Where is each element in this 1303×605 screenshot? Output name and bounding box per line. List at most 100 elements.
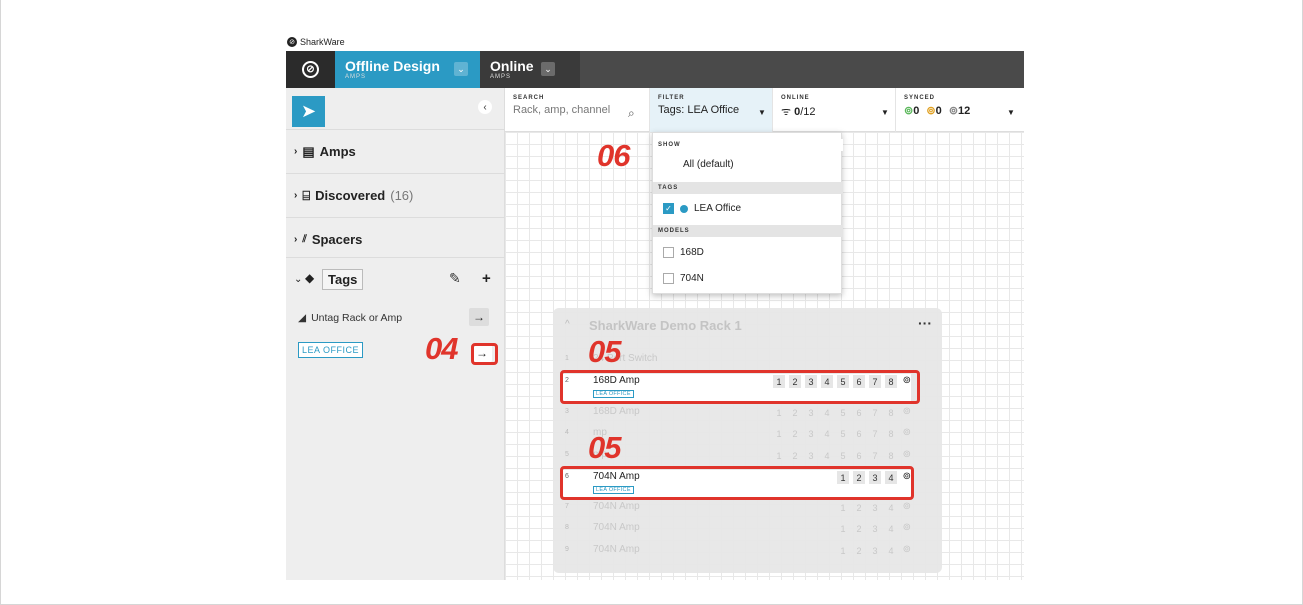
untag-apply-button[interactable]: → [469, 308, 489, 326]
brand: ⊘ SharkWare [287, 37, 345, 47]
channel-cell[interactable]: 2 [789, 427, 801, 440]
untag-row: ◢ Untag Rack or Amp [298, 312, 402, 324]
chevron-down-icon[interactable]: ⌄ [454, 62, 468, 76]
channel-cell[interactable]: 2 [853, 501, 865, 514]
channel-cell[interactable]: 6 [853, 427, 865, 440]
chevron-right-icon: › [294, 234, 298, 245]
sync-status-icon: ⊚ [902, 406, 911, 417]
rack-row[interactable]: 9 704N Amp 1 2 3 4 ⊚ [563, 543, 911, 561]
logo-icon: ⊘ [302, 61, 319, 78]
rack-title: SharkWare Demo Rack 1 [589, 318, 742, 333]
row-index: 3 [565, 408, 569, 415]
sidebar-item-label: Amps [319, 144, 356, 159]
channel-cell[interactable]: 3 [869, 522, 881, 535]
channel-cell[interactable]: 3 [805, 427, 817, 440]
discovered-icon: ⌸ [302, 187, 311, 203]
channel-cell[interactable]: 2 [789, 406, 801, 419]
channel-cell[interactable]: 4 [885, 544, 897, 557]
channel-cell[interactable]: 3 [805, 449, 817, 462]
option-label: 168D [680, 247, 704, 258]
chevron-down-icon[interactable]: ⌄ [541, 62, 555, 76]
channel-cell[interactable]: 8 [885, 406, 897, 419]
collapse-sidebar-button[interactable]: ‹ [478, 100, 492, 114]
row-name: 704N Amp [593, 501, 640, 512]
rack-row[interactable]: 7 704N Amp 1 2 3 4 ⊚ [563, 500, 911, 518]
channel-cell[interactable]: 1 [837, 501, 849, 514]
tab-offline-design[interactable]: Offline Design AMPS ⌄ [335, 51, 480, 88]
channel-cell[interactable]: 7 [869, 449, 881, 462]
channel-list: 1234 [837, 522, 897, 535]
checkbox-icon[interactable] [663, 247, 674, 258]
search-input[interactable]: Rack, amp, channel [513, 104, 641, 116]
callout-06: 06 [597, 138, 630, 173]
filter-label: FILTER [658, 95, 685, 101]
channel-cell[interactable]: 4 [821, 427, 833, 440]
channel-cell[interactable]: 1 [773, 427, 785, 440]
channel-cell[interactable]: 3 [869, 544, 881, 557]
callout-04: 04 [425, 331, 458, 366]
tab-subtitle: AMPS [345, 74, 367, 80]
channel-cell[interactable]: 1 [773, 406, 785, 419]
channel-cell[interactable]: 4 [885, 522, 897, 535]
filter-dropdown: SHOW All (default) TAGS ✓ LEA Office MOD… [652, 132, 843, 294]
tab-online[interactable]: Online AMPS ⌄ [480, 51, 580, 88]
cursor-icon: ➤ [300, 101, 317, 121]
synced-select[interactable]: SYNCED ⊚0 ⊚0 ⊚12 ▼ [896, 88, 1024, 132]
channel-cell[interactable]: 8 [885, 449, 897, 462]
online-label: ONLINE [781, 95, 810, 101]
channel-cell[interactable]: 4 [821, 406, 833, 419]
channel-cell[interactable]: 4 [885, 501, 897, 514]
channel-cell[interactable]: 4 [821, 449, 833, 462]
channel-cell[interactable]: 2 [853, 522, 865, 535]
filter-option-168d[interactable]: 168D [663, 247, 704, 258]
sidebar-item-amps[interactable]: › ▤ Amps [286, 129, 505, 173]
search-field[interactable]: SEARCH Rack, amp, channel ⌕ [505, 88, 650, 132]
row-index: 1 [565, 355, 569, 362]
channel-cell[interactable]: 7 [869, 427, 881, 440]
filter-select[interactable]: FILTER Tags: LEA Office ▼ [650, 88, 773, 132]
models-heading: MODELS [653, 225, 843, 237]
channel-cell[interactable]: 7 [869, 406, 881, 419]
sharkware-logo-icon: ⊘ [287, 37, 297, 47]
edit-icon[interactable]: ✎ [449, 270, 461, 287]
chevron-up-icon[interactable]: ^ [565, 319, 570, 330]
channel-cell[interactable]: 5 [837, 427, 849, 440]
eraser-icon: ◢ [298, 312, 307, 324]
channel-cell[interactable]: 5 [837, 449, 849, 462]
app-logo[interactable]: ⊘ [286, 51, 335, 88]
spacers-icon: ⫽ [302, 234, 307, 245]
rack-row[interactable]: 8 704N Amp 1 2 3 4 ⊚ [563, 521, 911, 539]
channel-cell[interactable]: 6 [853, 449, 865, 462]
sidebar-item-discovered[interactable]: › ⌸ Discovered (16) [286, 173, 505, 217]
sidebar-item-spacers[interactable]: › ⫽ Spacers [286, 217, 505, 261]
channel-cell[interactable]: 1 [837, 544, 849, 557]
filter-option-lea-office[interactable]: ✓ LEA Office [663, 203, 741, 214]
channel-cell[interactable]: 2 [853, 544, 865, 557]
channel-cell[interactable]: 1 [773, 449, 785, 462]
add-tag-button[interactable]: + [482, 270, 491, 287]
channel-cell[interactable]: 5 [837, 406, 849, 419]
more-icon[interactable]: ··· [918, 315, 932, 331]
channel-cell[interactable]: 3 [805, 406, 817, 419]
online-select[interactable]: ONLINE ᯤ 0/12 ▼ [773, 88, 896, 132]
filter-option-all[interactable]: All (default) [683, 159, 734, 170]
callout-05b: 05 [588, 430, 621, 465]
sidebar-item-tags[interactable]: ⌄ ◆ Tags ✎ + [286, 257, 505, 301]
tag-chip-lea-office[interactable]: LEA OFFICE [298, 342, 364, 358]
rack-row[interactable]: 3 168D Amp 1 2 3 4 5 6 7 8 ⊚ [563, 405, 911, 423]
channel-cell[interactable]: 1 [837, 522, 849, 535]
channel-cell[interactable]: 6 [853, 406, 865, 419]
callout-05a: 05 [588, 334, 621, 369]
checkbox-checked-icon[interactable]: ✓ [663, 203, 674, 214]
channel-cell[interactable]: 8 [885, 427, 897, 440]
channel-cell[interactable]: 2 [789, 449, 801, 462]
filter-option-704n[interactable]: 704N [663, 273, 704, 284]
brand-name: SharkWare [300, 37, 345, 47]
callout-box-05a [560, 370, 920, 404]
sync-status-icon: ⊚ [902, 501, 911, 512]
channel-cell[interactable]: 3 [869, 501, 881, 514]
select-tool-button[interactable]: ➤ [292, 96, 325, 127]
checkbox-icon[interactable] [663, 273, 674, 284]
tag-icon: ◆ [305, 271, 315, 285]
search-label: SEARCH [513, 95, 545, 101]
